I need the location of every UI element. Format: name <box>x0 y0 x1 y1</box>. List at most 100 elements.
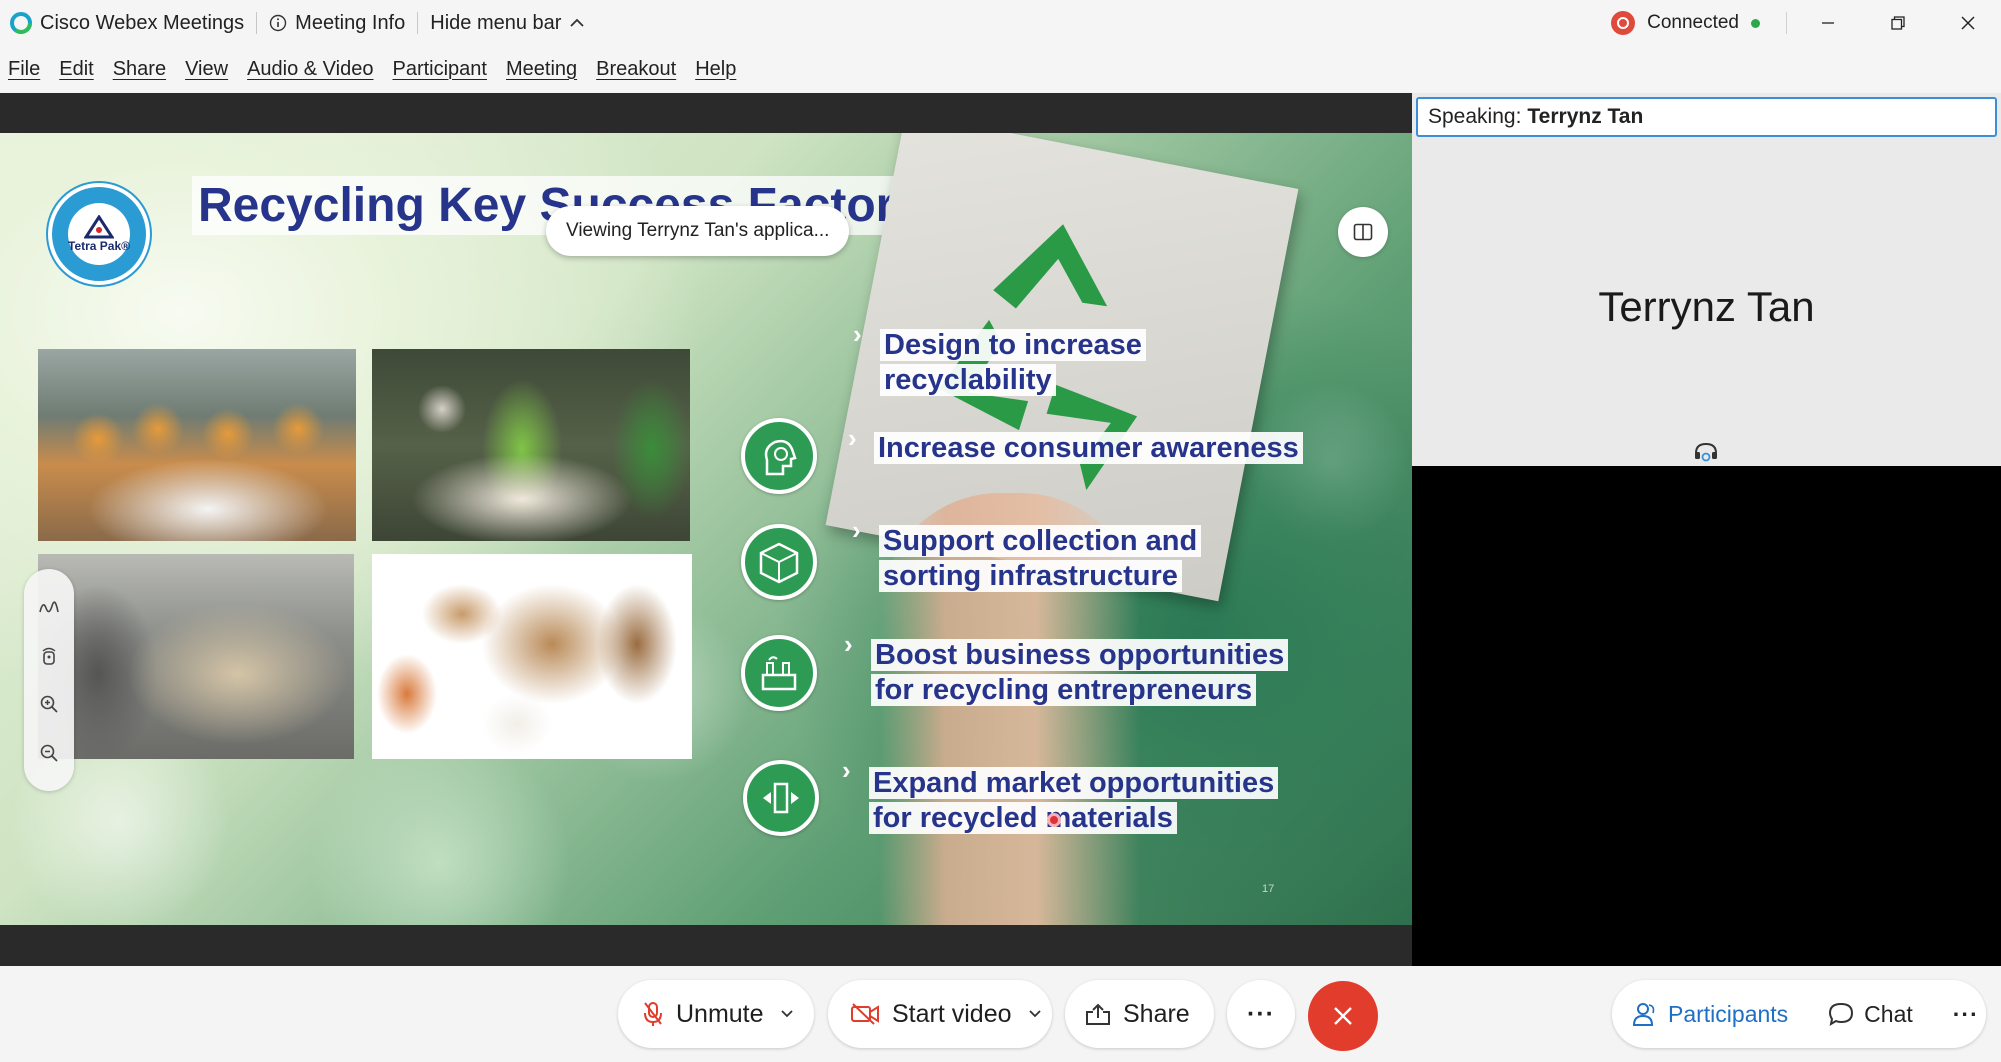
factor-market: Expand market opportunities for recycled… <box>869 766 1279 836</box>
tetra-pak-triangle-icon <box>84 215 114 239</box>
chevron-down-icon[interactable] <box>1028 1009 1042 1019</box>
bullet-chevron-icon: › <box>844 629 853 659</box>
connection-status-label: Connected <box>1647 12 1739 33</box>
more-panels-button[interactable]: ··· <box>1933 980 1999 1048</box>
share-label: Share <box>1123 999 1190 1028</box>
consumer-head-icon <box>741 418 817 494</box>
share-button[interactable]: Share <box>1065 980 1214 1048</box>
layout-toggle-button[interactable] <box>1338 207 1388 257</box>
more-options-icon: ··· <box>1247 999 1275 1028</box>
chat-bubble-icon <box>1828 1001 1854 1027</box>
menu-bar: File Edit Share View Audio & Video Parti… <box>0 46 2001 92</box>
meeting-controls-bar: Unmute Start video Share ··· Participant… <box>0 966 2001 1062</box>
active-speaker-panel[interactable]: Speaking: Terrynz Tan Terrynz Tan <box>1412 93 2001 466</box>
menu-help[interactable]: Help <box>695 58 736 81</box>
factor-text: Expand market opportunities <box>869 767 1279 799</box>
end-meeting-button[interactable] <box>1308 981 1378 1051</box>
factor-design: Design to increase recyclability <box>880 328 1146 398</box>
remote-control-button[interactable] <box>32 639 66 673</box>
close-icon <box>1960 15 1976 31</box>
menu-share[interactable]: Share <box>113 58 166 81</box>
audio-connection-icon <box>1693 441 1719 463</box>
bullet-chevron-icon: › <box>842 755 851 785</box>
participants-button[interactable]: Participants <box>1612 980 1808 1048</box>
menu-view[interactable]: View <box>185 58 228 81</box>
menu-participant[interactable]: Participant <box>392 58 487 81</box>
menu-file[interactable]: File <box>8 58 40 81</box>
annotate-button[interactable] <box>32 590 66 624</box>
tetra-pak-logo-center: Tetra Pak® <box>68 203 130 265</box>
connected-indicator-icon <box>1751 18 1760 28</box>
start-video-label: Start video <box>892 999 1012 1028</box>
start-video-button[interactable]: Start video <box>828 980 1052 1048</box>
slide-page-number: 17 <box>1262 883 1275 895</box>
factor-business: Boost business opportunities for recycli… <box>871 638 1289 708</box>
close-window-button[interactable] <box>1945 0 1991 46</box>
tetra-pak-logo: Tetra Pak® <box>48 183 150 285</box>
app-title-label: Cisco Webex Meetings <box>40 11 245 34</box>
share-upload-icon <box>1085 1002 1111 1026</box>
carton-arrows-icon <box>743 760 819 836</box>
factor-awareness: Increase consumer awareness <box>874 431 1303 466</box>
chevron-down-icon[interactable] <box>780 1009 794 1019</box>
bullet-chevron-icon: › <box>853 319 862 349</box>
connection-status[interactable]: Connected <box>1611 11 1760 35</box>
window-controls-separator <box>1786 12 1787 34</box>
tetra-pak-logo-text: Tetra Pak® <box>68 239 130 253</box>
video-off-icon <box>850 1002 880 1026</box>
participants-icon <box>1632 1001 1658 1027</box>
microphone-muted-icon <box>642 1000 664 1028</box>
photo-paper-mill <box>38 554 354 759</box>
annotation-toolbar <box>24 569 74 791</box>
factor-text: recyclability <box>880 364 1056 396</box>
recording-icon <box>1611 11 1636 35</box>
more-options-button[interactable]: ··· <box>1227 980 1295 1048</box>
zoom-in-button[interactable] <box>32 687 66 721</box>
restore-button[interactable] <box>1875 0 1921 46</box>
factory-icon <box>741 635 817 711</box>
app-title: Cisco Webex Meetings <box>0 0 256 46</box>
minimize-icon <box>1820 15 1836 31</box>
menu-audio-video[interactable]: Audio & Video <box>247 58 373 81</box>
laser-pointer <box>1047 813 1061 827</box>
hide-menu-bar-label: Hide menu bar <box>430 11 562 34</box>
menu-meeting[interactable]: Meeting <box>506 58 577 81</box>
minimize-button[interactable] <box>1805 0 1851 46</box>
photo-workers-sorting <box>372 349 690 541</box>
meeting-info-label: Meeting Info <box>295 11 406 34</box>
photo-students-recycling <box>38 349 356 541</box>
factor-collection: Support collection and sorting infrastru… <box>879 524 1202 594</box>
panel-toggles: Participants Chat ··· <box>1612 980 1986 1048</box>
speaking-prefix: Speaking: <box>1428 105 1522 128</box>
zoom-out-button[interactable] <box>32 736 66 770</box>
chat-button[interactable]: Chat <box>1808 980 1933 1048</box>
collection-box-icon <box>741 524 817 600</box>
restore-icon <box>1890 15 1906 31</box>
menu-edit[interactable]: Edit <box>59 58 93 81</box>
remote-control-icon <box>39 646 59 666</box>
factor-text: Support collection and <box>879 525 1202 557</box>
speaking-indicator: Speaking: Terrynz Tan <box>1416 97 1997 137</box>
viewing-application-label: Viewing Terrynz Tan's applica... <box>546 206 850 256</box>
close-icon <box>1332 1005 1354 1027</box>
zoom-out-icon <box>39 743 59 763</box>
title-bar-right: Connected <box>1611 0 2001 46</box>
side-panel-icon <box>1353 223 1373 241</box>
self-video-area <box>1412 466 2001 966</box>
chevron-up-icon <box>569 17 585 29</box>
shared-content-area[interactable]: Tetra Pak® Recycling Key Success Factors <box>0 93 1412 966</box>
factor-text: Increase consumer awareness <box>874 432 1303 464</box>
webex-logo-icon <box>10 12 32 34</box>
unmute-button[interactable]: Unmute <box>618 980 814 1048</box>
menu-breakout[interactable]: Breakout <box>596 58 676 81</box>
unmute-label: Unmute <box>676 999 764 1028</box>
factor-text: for recycled materials <box>869 802 1177 834</box>
more-panels-icon: ··· <box>1952 1000 1979 1027</box>
info-icon <box>269 14 287 32</box>
factor-text: for recycling entrepreneurs <box>871 674 1257 706</box>
chat-label: Chat <box>1864 1000 1913 1027</box>
hide-menu-bar-button[interactable]: Hide menu bar <box>418 0 597 46</box>
meeting-info-button[interactable]: Meeting Info <box>257 0 417 46</box>
bullet-chevron-icon: › <box>852 515 861 545</box>
photo-recycled-products <box>372 554 692 759</box>
